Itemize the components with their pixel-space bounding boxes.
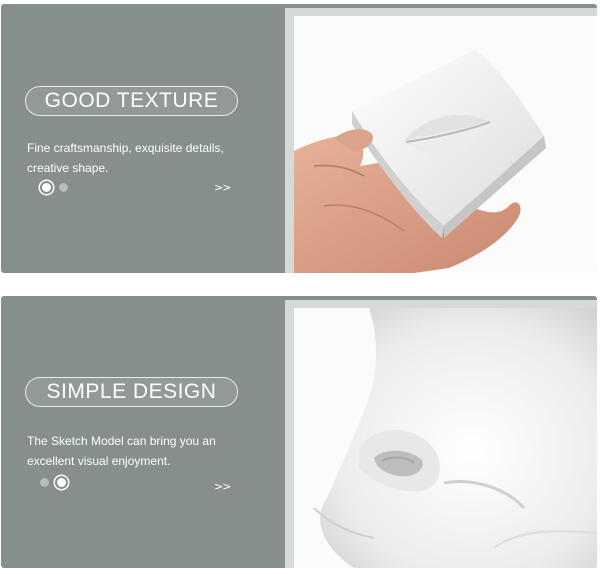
product-photo-nose [294, 308, 597, 568]
carousel-dot-2[interactable] [57, 478, 66, 487]
hand-holding-mouth-model-image [294, 50, 546, 273]
nose-model-image [313, 308, 597, 568]
carousel-dot-1[interactable] [42, 183, 51, 192]
carousel-dot-2[interactable] [59, 183, 68, 192]
next-arrow-icon[interactable]: >> [214, 480, 231, 493]
carousel-indicator [40, 478, 68, 487]
feature-description: The Sketch Model can bring you an excell… [27, 434, 216, 468]
product-photo-hand-mouth [294, 16, 597, 273]
feature-title-pill: SIMPLE DESIGN [25, 377, 238, 407]
feature-panel-good-texture: GOOD TEXTURE Fine craftsmanship, exquisi… [1, 4, 597, 273]
product-image-frame [285, 300, 597, 568]
feature-panel-simple-design: SIMPLE DESIGN The Sketch Model can bring… [1, 296, 597, 568]
carousel-dot-1[interactable] [40, 478, 49, 487]
next-arrow-icon[interactable]: >> [214, 181, 231, 194]
feature-title: SIMPLE DESIGN [46, 380, 217, 403]
feature-title-pill: GOOD TEXTURE [25, 86, 238, 116]
feature-description: Fine craftsmanship, exquisite details, c… [27, 141, 224, 175]
feature-title: GOOD TEXTURE [44, 89, 219, 112]
carousel-indicator [40, 183, 68, 192]
product-image-frame [285, 8, 597, 273]
